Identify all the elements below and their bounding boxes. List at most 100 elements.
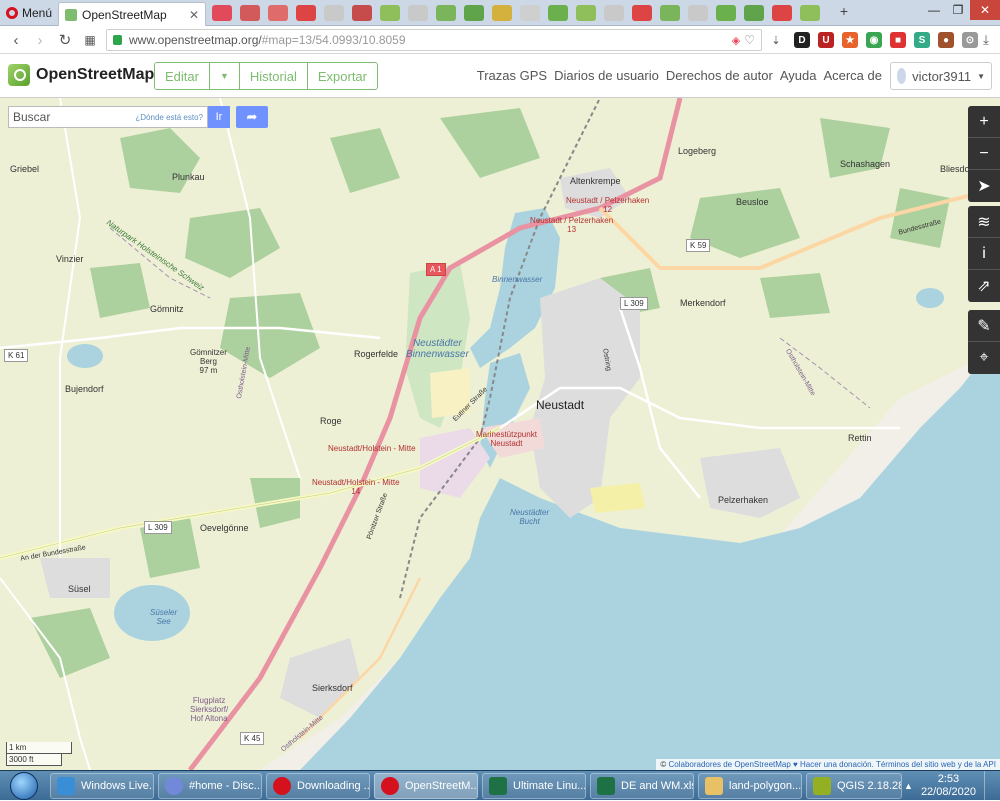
user-menu-button[interactable]: victor3911 ▼: [890, 62, 992, 90]
tab-favicon-icon[interactable]: [744, 5, 764, 21]
logo-text: OpenStreetMap: [36, 66, 155, 83]
speed-dial-icon[interactable]: ▦: [80, 30, 100, 50]
lock-icon: [113, 35, 122, 45]
map-panel-controls: ≋ i ⇗: [968, 206, 1000, 302]
zoom-out-icon[interactable]: −: [968, 138, 1000, 170]
minimize-icon[interactable]: —: [922, 0, 946, 20]
directions-button[interactable]: ➦: [236, 106, 268, 128]
map-canvas[interactable]: A 1 L 309 L 309 K 59 K 61 K 45 Neustadt …: [0, 98, 1000, 770]
tab-favicon-icon[interactable]: [212, 5, 232, 21]
extension-icon[interactable]: S: [914, 32, 930, 48]
terms-link[interactable]: Términos del sitio web y de la API: [876, 760, 996, 769]
layers-icon[interactable]: ≋: [968, 206, 1000, 238]
tray-chevron-icon[interactable]: ▲: [904, 781, 913, 791]
locate-icon[interactable]: ➤: [968, 170, 1000, 202]
donate-link[interactable]: ♥ Hacer una donación.: [793, 760, 874, 769]
back-icon[interactable]: ‹: [6, 30, 26, 50]
tab-favicon-icon[interactable]: [800, 5, 820, 21]
snapshot-icon[interactable]: ◈: [732, 34, 740, 47]
where-is-this-link[interactable]: ¿Dónde está esto?: [135, 113, 203, 122]
taskbar-item-label: #home - Disc...: [189, 780, 262, 792]
export-button[interactable]: Exportar: [307, 63, 377, 89]
extension-icon[interactable]: ■: [890, 32, 906, 48]
address-bar[interactable]: www.openstreetmap.org/ #map=13/54.0993/1…: [106, 29, 762, 51]
vpn-icon[interactable]: ⇣: [766, 30, 786, 50]
taskbar-item[interactable]: Windows Live...: [50, 773, 154, 799]
taskbar-item[interactable]: #home - Disc...: [158, 773, 262, 799]
taskbar-item-label: Ultimate Linu...: [513, 780, 586, 792]
tab-favicon-icon[interactable]: [548, 5, 568, 21]
show-desktop-button[interactable]: [984, 771, 994, 801]
extension-icon[interactable]: ●: [938, 32, 954, 48]
copyright-link[interactable]: Derechos de autor: [666, 68, 773, 83]
tab-favicon-icon[interactable]: [688, 5, 708, 21]
info-icon[interactable]: i: [968, 238, 1000, 270]
osm-logo[interactable]: OpenStreetMap: [8, 64, 154, 86]
map-label-town: Oevelgönne: [200, 523, 249, 533]
taskbar-item-label: land-polygon...: [729, 780, 802, 792]
opera-menu-button[interactable]: Menú: [0, 0, 56, 26]
reload-icon[interactable]: ↻: [55, 30, 75, 50]
clock[interactable]: 2:53 22/08/2020: [921, 773, 976, 799]
map-label-town: Griebel: [10, 164, 40, 174]
query-features-icon[interactable]: ⌖: [968, 342, 1000, 374]
tab-favicon-icon[interactable]: [408, 5, 428, 21]
tab-favicon-icon[interactable]: [772, 5, 792, 21]
taskbar-item[interactable]: land-polygon...: [698, 773, 802, 799]
taskbar-item[interactable]: OpenStreetM...: [374, 773, 478, 799]
tab-favicon-icon[interactable]: [436, 5, 456, 21]
bookmark-heart-icon[interactable]: ♡: [744, 33, 755, 47]
tab-favicon-icon[interactable]: [604, 5, 624, 21]
extension-icon[interactable]: ◉: [866, 32, 882, 48]
forward-icon[interactable]: ›: [30, 30, 50, 50]
taskbar-item[interactable]: DE and WM.xls: [590, 773, 694, 799]
folder-icon: [705, 777, 723, 795]
taskbar-item[interactable]: Downloading ...: [266, 773, 370, 799]
history-button[interactable]: Historial: [239, 63, 308, 89]
start-button[interactable]: [2, 771, 46, 801]
tab-close-icon[interactable]: ✕: [189, 8, 199, 22]
search-input[interactable]: Buscar ¿Dónde está esto?: [8, 106, 208, 128]
map-label-water: Neustädter Bucht: [510, 508, 550, 526]
map-label-water: Neustädter Binnenwasser: [406, 338, 469, 360]
tab-favicon-icon[interactable]: [492, 5, 512, 21]
edit-dropdown-button[interactable]: ▼: [209, 63, 240, 89]
user-diaries-link[interactable]: Diarios de usuario: [554, 68, 659, 83]
tab-favicon-icon[interactable]: [324, 5, 344, 21]
tab-openstreetmap[interactable]: OpenStreetMap ✕: [58, 2, 206, 26]
tab-favicon-icon[interactable]: [240, 5, 260, 21]
map-label-poi: Marinestützpunkt Neustadt: [476, 430, 537, 448]
tab-favicon-icon[interactable]: [576, 5, 596, 21]
taskbar-item[interactable]: Ultimate Linu...: [482, 773, 586, 799]
help-link[interactable]: Ayuda: [780, 68, 817, 83]
close-icon[interactable]: ✕: [970, 0, 1000, 20]
taskbar-item[interactable]: QGIS 2.18.28: [806, 773, 902, 799]
windows-logo-icon: [10, 772, 38, 800]
tab-favicon-icon[interactable]: [380, 5, 400, 21]
tab-favicon-icon[interactable]: [296, 5, 316, 21]
edit-button[interactable]: Editar: [155, 63, 210, 89]
tab-favicon-icon[interactable]: [268, 5, 288, 21]
tab-favicon-icon[interactable]: [520, 5, 540, 21]
new-tab-icon[interactable]: +: [834, 3, 854, 19]
tab-favicon-icon[interactable]: [352, 5, 372, 21]
search-go-button[interactable]: Ir: [208, 106, 230, 128]
extension-icon[interactable]: U: [818, 32, 834, 48]
contributors-link[interactable]: Colaboradores de OpenStreetMap: [669, 760, 791, 769]
extension-icon[interactable]: D: [794, 32, 810, 48]
tab-favicon-icon[interactable]: [716, 5, 736, 21]
download-icon[interactable]: ⤓: [976, 30, 996, 50]
tab-favicon-icon[interactable]: [660, 5, 680, 21]
zoom-in-icon[interactable]: +: [968, 106, 1000, 138]
scale-km: 1 km: [6, 742, 72, 754]
extension-icon[interactable]: ★: [842, 32, 858, 48]
tab-favicon-icon[interactable]: [464, 5, 484, 21]
restore-icon[interactable]: ❐: [946, 0, 970, 20]
tab-favicon-icon[interactable]: [632, 5, 652, 21]
gps-traces-link[interactable]: Trazas GPS: [477, 68, 547, 83]
about-link[interactable]: Acerca de: [823, 68, 882, 83]
add-note-icon[interactable]: ✎: [968, 310, 1000, 342]
opera-logo-icon: [6, 7, 18, 19]
share-icon[interactable]: ⇗: [968, 270, 1000, 302]
search-placeholder: Buscar: [13, 110, 51, 124]
